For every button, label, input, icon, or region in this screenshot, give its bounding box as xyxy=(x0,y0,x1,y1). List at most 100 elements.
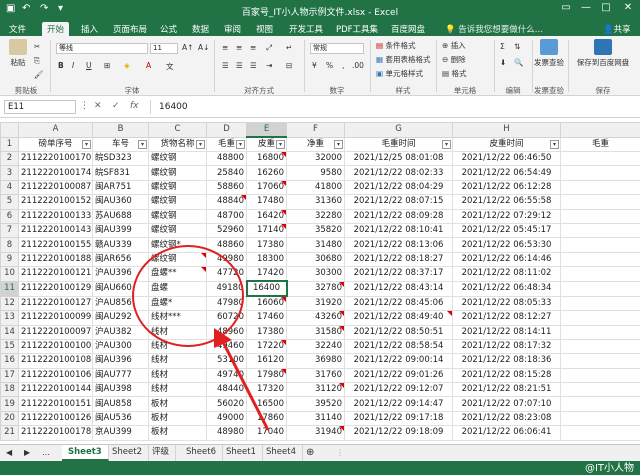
cell[interactable]: 32280 xyxy=(286,208,345,224)
cell[interactable]: 17140 xyxy=(246,222,287,239)
cell-styles-button[interactable]: ▣ 单元格样式 xyxy=(376,68,423,79)
cell[interactable]: 56020 xyxy=(206,396,247,412)
cell[interactable]: 线材 xyxy=(148,338,207,355)
column-header[interactable]: C xyxy=(148,122,207,138)
cell[interactable]: 2021/12/22 08:21:51 xyxy=(452,382,561,398)
row-header[interactable]: 14 xyxy=(0,324,19,340)
cell[interactable]: 螺纹钢 xyxy=(148,251,207,268)
cell[interactable]: 17860 xyxy=(246,410,287,427)
cell[interactable]: 16420 xyxy=(246,208,287,224)
cell[interactable]: 2021/12/22 08:17:32 xyxy=(452,338,561,355)
cell[interactable]: 2021/12/22 08:05:33 xyxy=(452,295,561,312)
tab-baidu-pan[interactable]: 百度网盘 xyxy=(386,22,430,36)
font-name-select[interactable]: 等线 xyxy=(56,43,148,54)
cell[interactable]: 17320 xyxy=(246,382,287,398)
align-center-icon[interactable]: ☰ xyxy=(236,61,243,70)
cell[interactable]: 2021/12/22 09:14:47 xyxy=(344,396,453,412)
number-format-select[interactable]: 常规 xyxy=(310,43,364,54)
cell[interactable] xyxy=(560,382,640,398)
tab-view[interactable]: 视图 xyxy=(251,22,278,36)
tab-page-layout[interactable]: 页面布局 xyxy=(108,22,152,36)
tab-insert[interactable]: 插入 xyxy=(76,22,103,36)
format-table-button[interactable]: ▦ 套用表格格式 xyxy=(376,54,430,65)
cell[interactable]: 41800 xyxy=(286,179,345,196)
cell[interactable] xyxy=(560,208,640,224)
cell[interactable]: 17460 xyxy=(246,310,287,326)
cell[interactable]: 沪AU382 xyxy=(92,324,149,340)
cell[interactable]: 52960 xyxy=(206,222,247,239)
cell[interactable]: 螺纹钢 xyxy=(148,150,207,167)
cell[interactable]: 17060 xyxy=(246,179,287,196)
tab-pdf-tools[interactable]: PDF工具集 xyxy=(331,22,383,36)
cell[interactable]: 30300 xyxy=(286,266,345,282)
row-header[interactable]: 11 xyxy=(0,280,19,297)
close-icon[interactable]: ✕ xyxy=(618,2,638,13)
cell[interactable]: 31120 xyxy=(286,382,345,398)
align-middle-icon[interactable]: ≡ xyxy=(236,43,242,52)
cell[interactable] xyxy=(560,222,640,239)
tab-review[interactable]: 审阅 xyxy=(219,22,246,36)
cell[interactable]: 闽AU399 xyxy=(92,222,149,239)
percent-icon[interactable]: % xyxy=(326,61,333,70)
insert-cells-button[interactable]: ⊕ 插入 xyxy=(442,40,466,51)
font-color-icon[interactable]: A xyxy=(146,61,151,70)
cell[interactable]: 2112220100155 xyxy=(18,237,93,253)
cell[interactable]: 2112220100097 xyxy=(18,324,93,340)
indent-icon[interactable]: ⇥ xyxy=(266,61,272,70)
row-header[interactable]: 3 xyxy=(0,165,19,181)
enter-icon[interactable]: ✓ xyxy=(112,101,120,111)
cell[interactable]: 沪AU300 xyxy=(92,338,149,355)
filter-dropdown-icon[interactable]: ▾ xyxy=(196,139,205,149)
cell[interactable]: 闽AR656 xyxy=(92,251,149,268)
cell[interactable]: 线材 xyxy=(148,324,207,340)
row-header[interactable]: 17 xyxy=(0,367,19,384)
cell[interactable]: 2021/12/22 09:17:18 xyxy=(344,410,453,427)
sheet-tab-sheet2[interactable]: Sheet2 xyxy=(106,445,149,461)
cell[interactable]: 47720 xyxy=(206,266,247,282)
cell[interactable]: 螺纹钢 xyxy=(148,222,207,239)
cell[interactable]: 2021/12/22 09:18:09 xyxy=(344,425,453,441)
column-header[interactable]: A xyxy=(18,122,93,138)
prev-sheet-icon[interactable]: ◀ xyxy=(0,445,18,461)
cell[interactable]: 2021/12/22 08:13:06 xyxy=(344,237,453,253)
cell[interactable]: 2112220100099 xyxy=(18,310,93,326)
cell[interactable]: 2021/12/22 05:45:17 xyxy=(452,222,561,239)
cell[interactable]: 16260 xyxy=(246,165,287,181)
cell[interactable]: 9580 xyxy=(286,165,345,181)
filter-dropdown-icon[interactable]: ▾ xyxy=(82,139,91,149)
column-header[interactable]: E xyxy=(246,122,287,138)
cell[interactable]: 17980 xyxy=(246,367,287,384)
cell[interactable]: 2021/12/22 08:43:14 xyxy=(344,280,453,297)
sheet-tab-sheet1[interactable]: Sheet1 xyxy=(220,445,263,461)
cell[interactable]: 京AU399 xyxy=(92,425,149,441)
row-header[interactable]: 21 xyxy=(0,425,19,441)
row-header[interactable]: 2 xyxy=(0,150,19,167)
cell[interactable]: 16500 xyxy=(246,396,287,412)
formula-input[interactable]: 16400 xyxy=(150,100,636,114)
cell[interactable]: 线材*** xyxy=(148,310,207,326)
cell[interactable]: 2112220100170 xyxy=(18,150,93,167)
cell[interactable] xyxy=(560,410,640,427)
header-cell[interactable]: 毛重时间 ▾ xyxy=(344,136,453,152)
decimal-icon[interactable]: .00 xyxy=(352,61,364,70)
cell[interactable] xyxy=(560,179,640,196)
cell[interactable]: 16400 xyxy=(245,280,288,298)
cell[interactable]: 沪AU396 xyxy=(92,266,149,282)
cell[interactable]: 闽AU858 xyxy=(92,396,149,412)
cell[interactable]: 2021/12/22 08:50:51 xyxy=(344,324,453,340)
header-cell[interactable]: 皮重 ▾ xyxy=(246,136,287,152)
align-right-icon[interactable]: ☰ xyxy=(250,61,257,70)
cell[interactable]: 2021/12/22 08:14:11 xyxy=(452,324,561,340)
cell[interactable]: 16060 xyxy=(246,295,287,312)
cell[interactable]: 30680 xyxy=(286,251,345,268)
cell[interactable]: 2112220100143 xyxy=(18,222,93,239)
header-cell[interactable]: 磅单序号 ▾ xyxy=(18,136,93,152)
cell[interactable] xyxy=(560,425,640,441)
header-cell[interactable]: 毛重 xyxy=(560,136,640,152)
cell[interactable]: 18300 xyxy=(246,251,287,268)
cell[interactable]: 2021/12/22 06:48:34 xyxy=(452,280,561,297)
cell[interactable] xyxy=(560,396,640,412)
cell[interactable]: 47980 xyxy=(206,295,247,312)
row-header[interactable]: 20 xyxy=(0,410,19,427)
name-box[interactable]: E11 xyxy=(4,100,76,114)
